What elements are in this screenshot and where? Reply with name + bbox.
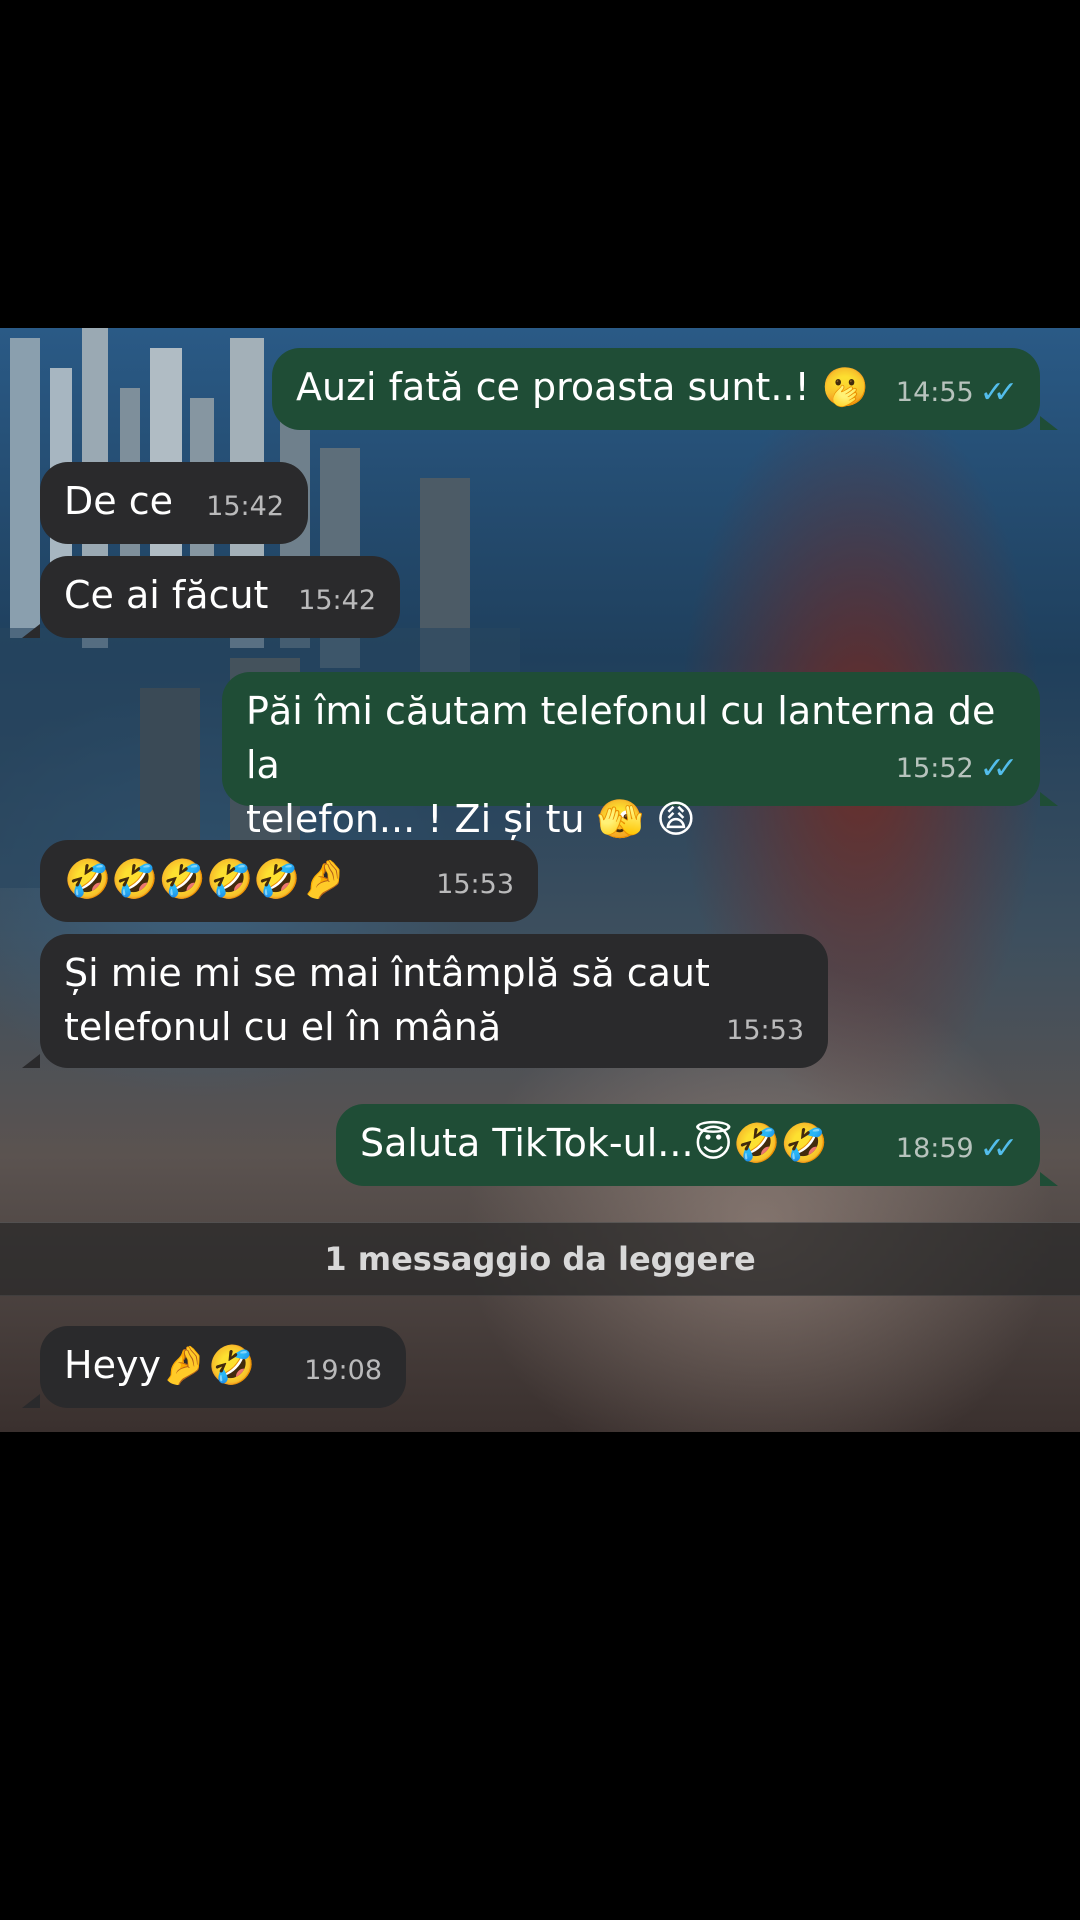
chat-area[interactable]: Auzi fată ce proasta sunt..! 🫢 14:55 ✓✓ … — [0, 328, 1080, 1432]
message-time: 14:55 — [895, 377, 974, 408]
bubble-tail — [22, 624, 40, 638]
message-incoming[interactable]: De ce 15:42 — [40, 462, 308, 544]
message-incoming[interactable]: Și mie mi se mai întâmplă să caut telefo… — [40, 934, 828, 1068]
message-meta: 14:55 ✓✓ — [895, 366, 1018, 420]
message-meta: 19:08 — [304, 1344, 382, 1398]
message-meta: 15:53 — [436, 858, 514, 912]
bubble-tail — [1040, 416, 1058, 430]
message-time: 15:52 — [895, 753, 974, 784]
message-meta: 18:59 ✓✓ — [895, 1122, 1018, 1176]
message-incoming[interactable]: Ce ai făcut 15:42 — [40, 556, 400, 638]
unread-messages-banner: 1 messaggio da leggere — [0, 1222, 1080, 1296]
unread-banner-text: 1 messaggio da leggere — [324, 1240, 756, 1278]
message-time: 15:53 — [436, 869, 514, 900]
message-time: 15:42 — [206, 491, 284, 522]
message-incoming[interactable]: 🤣🤣🤣🤣🤣🤌 15:53 — [40, 840, 538, 922]
message-text: Și mie mi se mai întâmplă să caut telefo… — [64, 951, 710, 1049]
message-outgoing[interactable]: Păi îmi căutam telefonul cu lanterna de … — [222, 672, 1040, 841]
message-time: 15:53 — [726, 1015, 804, 1046]
message-meta: 15:52 ✓✓ — [895, 742, 1018, 796]
bubble-tail — [22, 1054, 40, 1068]
message-incoming[interactable]: Heyy🤌🤣 19:08 — [40, 1326, 406, 1408]
double-check-icon: ✓✓ — [979, 1131, 1018, 1166]
screen: Auzi fată ce proasta sunt..! 🫢 14:55 ✓✓ … — [0, 0, 1080, 1920]
bubble-tail — [1040, 1172, 1058, 1186]
double-check-icon: ✓✓ — [979, 375, 1018, 410]
bubble-tail — [1040, 792, 1058, 806]
double-check-icon: ✓✓ — [979, 751, 1018, 786]
message-outgoing[interactable]: Auzi fată ce proasta sunt..! 🫢 14:55 ✓✓ — [272, 348, 1040, 430]
message-outgoing[interactable]: Saluta TikTok-ul...😇🤣🤣 18:59 ✓✓ — [336, 1104, 1040, 1186]
message-time: 18:59 — [895, 1133, 974, 1164]
message-meta: 15:53 — [726, 1004, 804, 1058]
message-time: 15:42 — [298, 585, 376, 616]
bubble-tail — [22, 1394, 40, 1408]
message-meta: 15:42 — [206, 480, 284, 534]
message-meta: 15:42 — [298, 574, 376, 628]
message-time: 19:08 — [304, 1355, 382, 1386]
